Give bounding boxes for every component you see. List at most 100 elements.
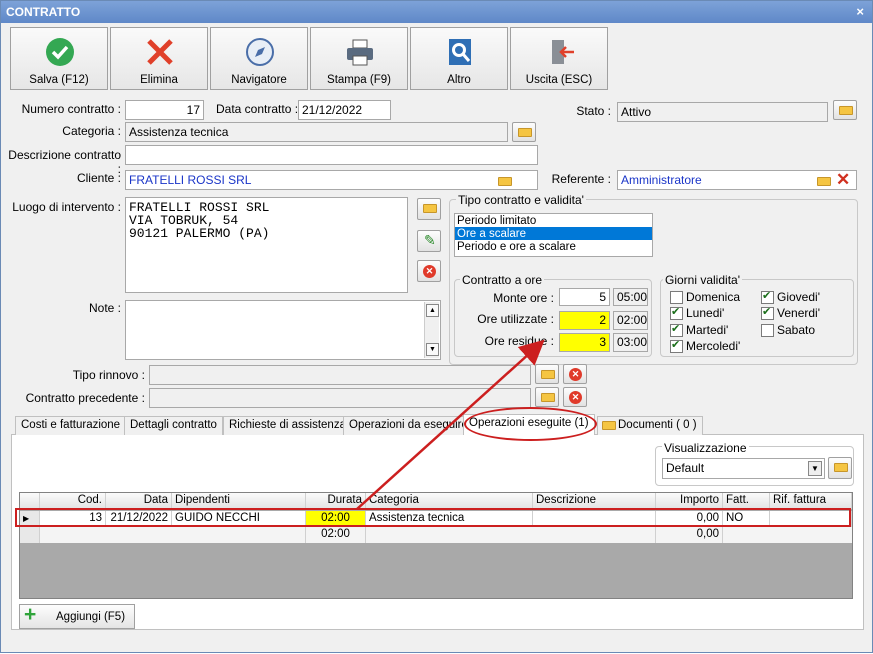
day-domenica-checkbox[interactable]: Domenica bbox=[670, 290, 740, 304]
header-durata[interactable]: Durata bbox=[306, 493, 366, 509]
residue-field[interactable]: 3 bbox=[559, 333, 610, 352]
scroll-down-icon[interactable]: ▼ bbox=[426, 343, 439, 356]
close-icon[interactable]: × bbox=[856, 4, 864, 19]
header-dipendenti[interactable]: Dipendenti bbox=[172, 493, 306, 509]
day-giovedi-checkbox[interactable]: Giovedi' bbox=[761, 289, 820, 304]
edit-pencil-icon: ✎ bbox=[424, 232, 436, 248]
other-label: Altro bbox=[447, 74, 471, 86]
day-lunedi-checkbox[interactable]: Lunedi' bbox=[670, 305, 724, 320]
luogo-folder-button[interactable] bbox=[417, 198, 441, 220]
scroll-up-icon[interactable]: ▲ bbox=[426, 304, 439, 317]
rinnovo-folder-button[interactable] bbox=[535, 364, 559, 384]
header-categoria[interactable]: Categoria bbox=[366, 493, 533, 509]
tipo-listbox[interactable]: Periodo limitato Ore a scalare Periodo e… bbox=[454, 213, 653, 257]
precedente-folder-button[interactable] bbox=[535, 387, 559, 407]
tab-documenti[interactable]: Documenti ( 0 ) bbox=[597, 416, 703, 435]
folder-icon bbox=[423, 204, 437, 213]
folder-icon bbox=[518, 128, 532, 137]
luogo-edit-button[interactable]: ✎ bbox=[417, 230, 441, 252]
header-data[interactable]: Data bbox=[106, 493, 172, 509]
total-spacer bbox=[40, 527, 306, 543]
tab-dettagli[interactable]: Dettagli contratto bbox=[124, 416, 223, 435]
cliente-field[interactable]: FRATELLI ROSSI SRL bbox=[125, 170, 538, 190]
header-rif[interactable]: Rif. fattura bbox=[770, 493, 852, 509]
stato-label: Stato : bbox=[576, 104, 611, 118]
cliente-label: Cliente : bbox=[76, 171, 121, 185]
print-button[interactable]: Stampa (F9) bbox=[310, 27, 408, 90]
header-indicator bbox=[20, 493, 40, 509]
monte-field[interactable]: 5 bbox=[559, 288, 610, 306]
delete-label: Elimina bbox=[140, 74, 178, 86]
total-row: 02:00 0,00 bbox=[20, 527, 852, 543]
tipo-option-1[interactable]: Periodo limitato bbox=[455, 214, 652, 227]
tab-costi[interactable]: Costi e fatturazione bbox=[15, 416, 127, 435]
save-button[interactable]: Salva (F12) bbox=[10, 27, 108, 90]
tab-operazioni-da-eseguire[interactable]: Operazioni da eseguire bbox=[343, 416, 474, 435]
tipo-option-3[interactable]: Periodo e ore a scalare bbox=[455, 240, 652, 253]
navigator-label: Navigatore bbox=[231, 74, 287, 86]
exit-label: Uscita (ESC) bbox=[525, 74, 593, 86]
day-martedi-checkbox[interactable]: Martedi' bbox=[670, 322, 728, 337]
categoria-folder-button[interactable] bbox=[512, 122, 536, 142]
add-button[interactable]: + Aggiungi (F5) bbox=[19, 603, 135, 629]
chevron-down-icon[interactable]: ▼ bbox=[808, 461, 822, 476]
exit-door-icon bbox=[552, 40, 574, 64]
window-title: CONTRATTO bbox=[6, 5, 81, 19]
tab-richieste[interactable]: Richieste di assistenza bbox=[223, 416, 352, 435]
header-fatt[interactable]: Fatt. bbox=[723, 493, 770, 509]
data-label: Data contratto : bbox=[216, 102, 299, 116]
add-label: Aggiungi (F5) bbox=[56, 611, 126, 623]
utilizzate-label: Ore utilizzate : bbox=[477, 312, 554, 326]
navigator-button[interactable]: Navigatore bbox=[210, 27, 308, 90]
note-textarea[interactable] bbox=[125, 300, 441, 360]
contract-window: CONTRATTO × Salva (F12) Elimina Navigator… bbox=[0, 0, 873, 653]
luogo-line-3: 90121 PALERMO (PA) bbox=[129, 226, 270, 241]
folder-icon bbox=[541, 393, 555, 402]
delete-icon: ✕ bbox=[569, 391, 582, 404]
highlight-ellipse bbox=[464, 407, 597, 441]
printer-icon bbox=[347, 39, 373, 66]
referente-label: Referente : bbox=[551, 172, 611, 186]
delete-button[interactable]: Elimina bbox=[110, 27, 208, 90]
other-button[interactable]: Altro bbox=[410, 27, 508, 90]
numero-label: Numero contratto : bbox=[21, 102, 121, 116]
numero-field[interactable]: 17 bbox=[125, 100, 204, 120]
visual-select[interactable]: Default bbox=[662, 458, 825, 479]
referente-clear-icon[interactable]: ✕ bbox=[836, 170, 850, 190]
header-descrizione[interactable]: Descrizione bbox=[533, 493, 656, 509]
header-cod[interactable]: Cod. bbox=[40, 493, 106, 509]
categoria-field[interactable]: Assistenza tecnica bbox=[125, 122, 508, 142]
stato-folder-button[interactable] bbox=[833, 100, 857, 120]
utilizzate-field[interactable]: 2 bbox=[559, 311, 610, 330]
day-venerdi-checkbox[interactable]: Venerdi' bbox=[761, 305, 820, 320]
day-mercoledi-checkbox[interactable]: Mercoledi' bbox=[670, 338, 740, 353]
compass-icon bbox=[246, 38, 274, 66]
exit-button[interactable]: Uscita (ESC) bbox=[510, 27, 608, 90]
folder-icon bbox=[834, 463, 848, 472]
rinnovo-clear-button[interactable]: ✕ bbox=[563, 364, 587, 384]
grid-header: Cod. Data Dipendenti Durata Categoria De… bbox=[20, 493, 852, 509]
precedente-label: Contratto precedente : bbox=[25, 391, 145, 405]
descrizione-field[interactable] bbox=[125, 145, 538, 165]
stato-field[interactable]: Attivo bbox=[617, 102, 828, 122]
precedente-clear-button[interactable]: ✕ bbox=[563, 387, 587, 407]
total-importo: 0,00 bbox=[656, 527, 723, 543]
delete-icon: ✕ bbox=[423, 265, 436, 278]
referente-folder-icon[interactable] bbox=[817, 177, 831, 186]
luogo-textarea[interactable]: FRATELLI ROSSI SRL VIA TOBRUK, 54 90121 PA… bbox=[125, 197, 408, 293]
tipo-option-2[interactable]: Ore a scalare bbox=[455, 227, 652, 240]
rinnovo-field[interactable] bbox=[149, 365, 531, 385]
luogo-delete-button[interactable]: ✕ bbox=[417, 260, 441, 282]
cliente-folder-icon[interactable] bbox=[498, 177, 512, 186]
folder-icon bbox=[839, 106, 853, 115]
precedente-field[interactable] bbox=[149, 388, 531, 408]
tipo-title: Tipo contratto e validita' bbox=[456, 193, 586, 207]
save-label: Salva (F12) bbox=[29, 74, 89, 86]
visual-title: Visualizzazione bbox=[662, 441, 749, 455]
header-importo[interactable]: Importo bbox=[656, 493, 723, 509]
total-durata: 02:00 bbox=[306, 527, 366, 543]
day-sabato-checkbox[interactable]: Sabato bbox=[761, 323, 815, 337]
visual-folder-button[interactable] bbox=[828, 457, 852, 479]
data-field[interactable]: 21/12/2022 bbox=[298, 100, 391, 120]
note-scrollbar[interactable]: ▲ ▼ bbox=[424, 302, 439, 358]
